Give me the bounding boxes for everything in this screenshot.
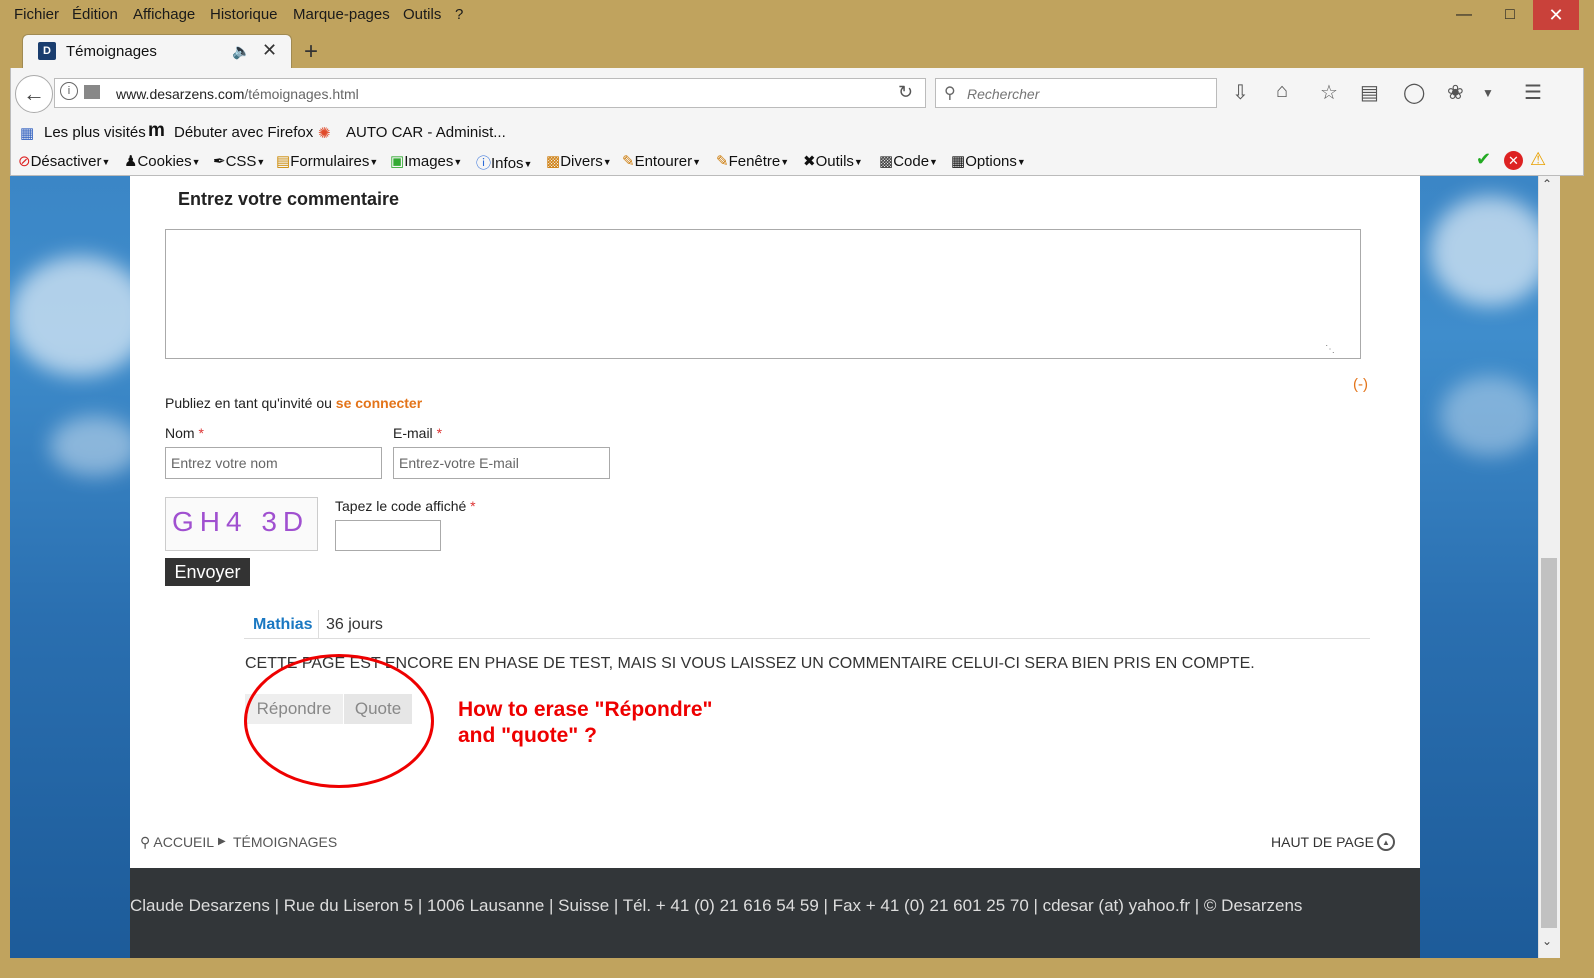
speaker-icon[interactable]: 🔈 — [232, 42, 251, 60]
check-icon[interactable]: ✔ — [1476, 149, 1491, 170]
name-field[interactable] — [165, 447, 382, 479]
menu-fichier[interactable]: Fichier — [14, 6, 59, 23]
devbar-divers[interactable]: ▩Divers▼ — [546, 152, 612, 170]
breadcrumb-current[interactable]: TÉMOIGNAGES — [233, 834, 337, 850]
most-visited-icon: ▦ — [20, 125, 35, 142]
new-tab-plus-icon[interactable]: + — [304, 38, 318, 66]
maximize-icon[interactable]: □ — [1487, 0, 1533, 30]
captcha-code: GH4 3D — [172, 506, 310, 537]
name-label: Nom * — [165, 425, 204, 441]
search-input[interactable] — [967, 85, 1207, 103]
window-close-icon[interactable]: ✕ — [1533, 0, 1579, 30]
error-icon[interactable]: ✕ — [1504, 151, 1523, 170]
info-circle-icon: ⓘ — [476, 155, 492, 172]
bookmark-star-icon[interactable]: ☆ — [1320, 80, 1338, 105]
form-icon: ▤ — [276, 153, 291, 170]
brush-icon: ✒ — [213, 153, 226, 170]
bookmark-most-visited[interactable]: Les plus visités — [44, 124, 146, 141]
devbar-images[interactable]: ▣Images▼ — [390, 152, 462, 170]
annotation-circle — [244, 654, 434, 788]
resize-grip-icon[interactable]: ⋱ — [1325, 344, 1335, 355]
bookmark-auto-car[interactable]: AUTO CAR - Administ... — [346, 124, 506, 141]
comment-heading: Entrez votre commentaire — [178, 189, 400, 209]
divider — [318, 610, 319, 638]
devbar-entourer[interactable]: ✎Entourer▼ — [622, 152, 701, 170]
devbar-formulaires[interactable]: ▤Formulaires▼ — [276, 152, 378, 170]
reload-icon[interactable]: ↻ — [898, 82, 913, 103]
back-to-top-link[interactable]: HAUT DE PAGE — [1271, 834, 1374, 850]
comment-age: 36 jours — [326, 616, 383, 633]
mozilla-icon: m — [148, 120, 165, 141]
comment-author[interactable]: Mathias — [253, 616, 313, 634]
map-pin-icon: ⚲ — [140, 834, 151, 850]
options-icon: ▦ — [951, 153, 966, 170]
reading-list-icon[interactable]: ▤ — [1360, 80, 1379, 105]
menu-affichage[interactable]: Affichage — [133, 6, 195, 23]
divider — [244, 638, 1370, 639]
chevron-right-icon: ▶ — [218, 836, 226, 847]
send-button[interactable]: Envoyer — [165, 558, 250, 586]
disable-icon: ⊘ — [18, 153, 31, 170]
devbar-options[interactable]: ▦Options▼ — [951, 152, 1026, 170]
tools-icon: ✖ — [803, 153, 816, 170]
home-icon[interactable]: ⌂ — [1276, 80, 1288, 103]
footer-text: Claude Desarzens | Rue du Liseron 5 | 10… — [130, 896, 1303, 915]
menu-marque-pages[interactable]: Marque-pages — [293, 6, 390, 23]
tab-close-icon[interactable]: ✕ — [262, 40, 277, 61]
devbar-infos[interactable]: ⓘInfos▼ — [476, 152, 532, 173]
login-link[interactable]: se connecter — [336, 395, 422, 411]
menu-bar: Fichier Édition Affichage Historique Mar… — [0, 0, 1594, 30]
arrow-up-circle-icon[interactable]: ▲ — [1377, 833, 1395, 851]
download-icon[interactable]: ⇩ — [1232, 80, 1249, 105]
devbar-cookies[interactable]: ♟Cookies▼ — [124, 152, 201, 170]
image-icon: ▣ — [390, 153, 405, 170]
info-icon[interactable]: i — [60, 82, 78, 100]
devbar-code[interactable]: ▩Code▼ — [879, 152, 938, 170]
warning-icon[interactable]: ⚠ — [1530, 149, 1546, 170]
page-icon — [84, 85, 100, 99]
cookie-icon: ♟ — [124, 153, 138, 170]
hamburger-menu-icon[interactable]: ☰ — [1524, 80, 1542, 105]
back-arrow-icon[interactable]: ← — [15, 75, 53, 113]
guest-text: Publiez en tant qu'invité ou se connecte… — [165, 395, 423, 411]
annotation-text: How to erase "Répondre" and "quote" ? — [458, 698, 713, 747]
email-field[interactable] — [393, 447, 610, 479]
dropdown-arrow-icon[interactable]: ▼ — [1482, 86, 1494, 100]
minimize-icon[interactable]: — — [1441, 0, 1487, 30]
breadcrumb-home[interactable]: ⚲ ACCUEIL — [140, 834, 214, 851]
misc-icon: ▩ — [546, 153, 561, 170]
menu-help[interactable]: ? — [455, 6, 463, 23]
ruler-icon: ✎ — [716, 153, 729, 170]
url-text[interactable]: www.desarzens.com/témoignages.html — [116, 86, 359, 102]
scroll-down-icon[interactable]: ⌄ — [1542, 934, 1552, 948]
search-icon: ⚲ — [944, 85, 956, 102]
scrollbar-thumb[interactable] — [1541, 558, 1557, 928]
comment-textarea[interactable] — [165, 229, 1361, 359]
captcha-field[interactable] — [335, 520, 441, 551]
scroll-up-icon[interactable]: ⌃ — [1542, 177, 1552, 191]
code-icon: ▩ — [879, 153, 894, 170]
menu-outils[interactable]: Outils — [403, 6, 441, 23]
devbar-css[interactable]: ✒CSS▼ — [213, 152, 265, 170]
bookmark-getting-started[interactable]: Débuter avec Firefox — [174, 124, 313, 141]
extension-icon[interactable]: ❀ — [1447, 80, 1464, 105]
menu-edition[interactable]: Édition — [72, 6, 118, 23]
email-label: E-mail * — [393, 425, 443, 441]
collapse-link[interactable]: (-) — [1353, 376, 1368, 393]
joomla-icon: ✺ — [318, 125, 331, 142]
window-border — [0, 958, 1594, 978]
menu-historique[interactable]: Historique — [210, 6, 278, 23]
pencil-icon: ✎ — [622, 153, 635, 170]
captcha-label: Tapez le code affiché * — [335, 498, 476, 514]
devbar-desactiver[interactable]: ⊘Désactiver▼ — [18, 152, 110, 170]
pocket-icon[interactable]: ◯ — [1403, 80, 1425, 105]
tab-temoignages[interactable] — [22, 34, 292, 70]
site-favicon-icon: D — [38, 42, 56, 60]
tab-title: Témoignages — [66, 43, 157, 60]
devbar-outils[interactable]: ✖Outils▼ — [803, 152, 863, 170]
devbar-fenetre[interactable]: ✎Fenêtre▼ — [716, 152, 789, 170]
